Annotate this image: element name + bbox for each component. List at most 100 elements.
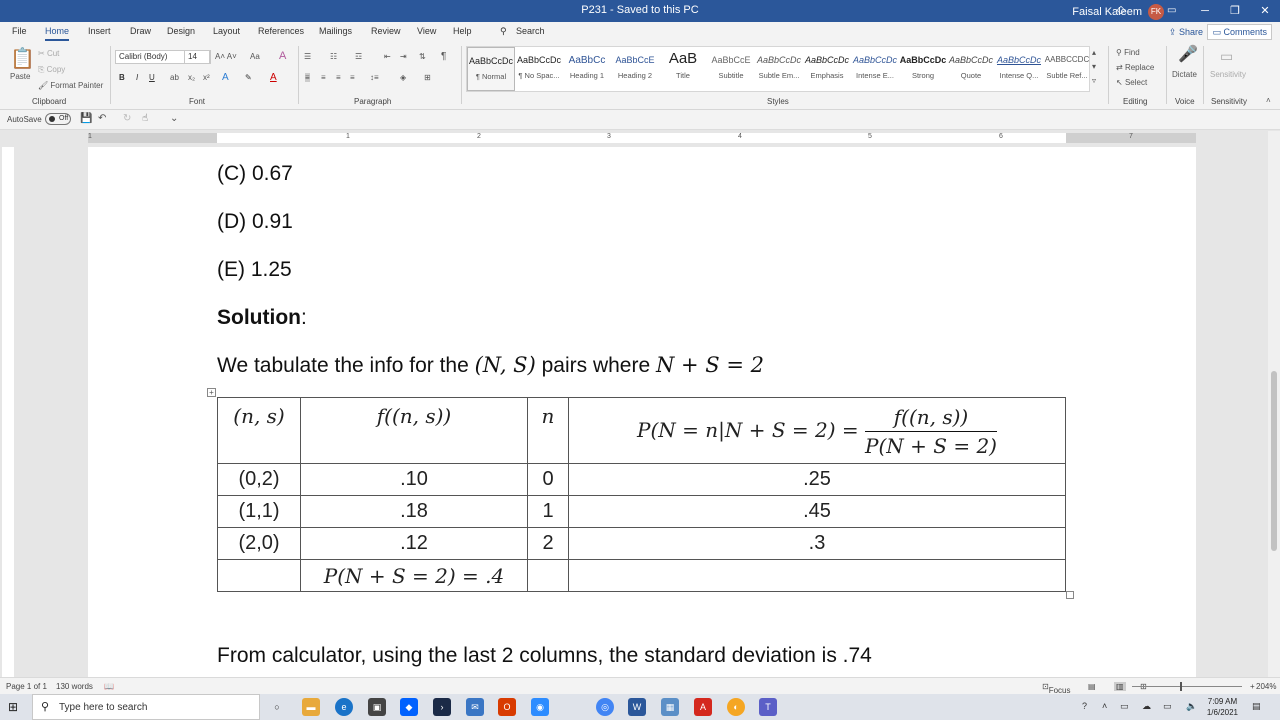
tray-app-icon[interactable]: ▭ — [1120, 701, 1129, 712]
search-icon[interactable]: ⚲ — [500, 26, 507, 37]
tab-references[interactable]: References — [258, 26, 304, 36]
autosave-toggle[interactable]: Off — [45, 113, 71, 125]
pilcrow-icon[interactable]: ¶ — [441, 51, 446, 62]
numbering-icon[interactable]: ☷ — [330, 52, 337, 61]
system-clock[interactable]: 7:09 AM 1/6/2021 — [1207, 696, 1238, 718]
close-icon[interactable]: ✕ — [1250, 0, 1280, 22]
select-button[interactable]: ↖ Select — [1116, 78, 1147, 87]
increase-indent-icon[interactable]: ⇥ — [400, 52, 407, 61]
save-icon[interactable]: 💾 — [80, 113, 92, 124]
paste-icon[interactable]: 📋 — [10, 46, 35, 71]
ribbon-search[interactable]: Search — [516, 26, 545, 36]
change-case-icon[interactable]: Aa — [250, 52, 260, 61]
style-emphasis[interactable]: AaBbCcDc Emphasis — [803, 47, 851, 91]
grow-font-icon[interactable]: A˄ A˅ — [215, 52, 237, 61]
restore-icon[interactable]: ❐ — [1220, 0, 1250, 22]
style-subtle-emphasis[interactable]: AaBbCcDc Subtle Em... — [755, 47, 803, 91]
bullets-icon[interactable]: ☰ — [304, 52, 311, 61]
shading-icon[interactable]: ◈ — [400, 73, 406, 82]
horizontal-ruler[interactable]: 1 1 2 3 4 5 6 7 — [88, 133, 1196, 143]
decrease-indent-icon[interactable]: ⇤ — [384, 52, 391, 61]
copy-button[interactable]: ⎘ Copy — [38, 65, 65, 75]
scrollbar-thumb[interactable] — [1271, 371, 1277, 551]
file-explorer-icon[interactable]: ▬ — [302, 698, 320, 716]
touch-mode-icon[interactable]: ☝ — [142, 113, 148, 124]
align-center-icon[interactable]: ≡ — [321, 73, 326, 82]
read-mode-icon[interactable]: ▤ — [1088, 682, 1096, 691]
style-strong[interactable]: AaBbCcDc Strong — [899, 47, 947, 91]
tab-draw[interactable]: Draw — [130, 26, 151, 36]
word-count[interactable]: 130 words — [56, 682, 93, 691]
microphone-icon[interactable]: 🎤 — [1178, 44, 1198, 64]
text-effects-icon[interactable]: A — [222, 72, 229, 83]
paste-button[interactable]: Paste — [10, 72, 30, 81]
show-hidden-icons-icon[interactable]: ˄ — [1102, 701, 1107, 711]
vertical-ruler[interactable] — [2, 147, 14, 677]
mail-icon[interactable]: ✉ — [466, 698, 484, 716]
terminal-icon[interactable]: › — [433, 698, 451, 716]
tab-home[interactable]: Home — [45, 26, 70, 41]
clear-formatting-icon[interactable]: A — [279, 50, 286, 62]
zoom-out-icon[interactable]: + — [1250, 682, 1255, 691]
styles-more-icon[interactable]: ▿ — [1092, 76, 1096, 85]
office-icon[interactable]: O — [498, 698, 516, 716]
styles-scroll-up-icon[interactable]: ▴ — [1092, 48, 1096, 57]
align-right-icon[interactable]: ≡ — [336, 73, 341, 82]
table-move-handle[interactable]: + — [207, 388, 216, 397]
tab-file[interactable]: File — [12, 26, 27, 36]
cut-button[interactable]: ✂ Cut — [38, 49, 59, 58]
undo-icon[interactable]: ↶ — [98, 113, 106, 124]
cortana-icon[interactable]: ○ — [268, 698, 286, 716]
highlight-icon[interactable]: ✎ — [245, 73, 252, 82]
bold-icon[interactable]: B — [119, 73, 125, 82]
font-size-select[interactable]: 14 — [184, 50, 210, 64]
tab-mailings[interactable]: Mailings — [319, 26, 352, 36]
word-icon[interactable]: W — [628, 698, 646, 716]
app-icon[interactable]: ◐ — [727, 698, 745, 716]
style-heading-2[interactable]: AaBbCcE Heading 2 — [611, 47, 659, 91]
vertical-scrollbar[interactable] — [1268, 131, 1280, 677]
style-heading-1[interactable]: AaBbCc Heading 1 — [563, 47, 611, 91]
zoom-app-icon[interactable]: ◉ — [531, 698, 549, 716]
style-subtle-reference[interactable]: AABBCCDC Subtle Ref... — [1043, 47, 1091, 91]
font-color-icon[interactable]: A — [270, 72, 277, 83]
volume-icon[interactable]: 🔈 — [1186, 701, 1197, 712]
sort-icon[interactable]: ⇅ — [419, 52, 426, 61]
find-button[interactable]: ⚲ Find — [1116, 48, 1140, 57]
customize-qat-icon[interactable]: ⌄ — [170, 113, 178, 124]
align-left-icon[interactable]: ≡ — [305, 73, 310, 82]
store-icon[interactable]: ▣ — [368, 698, 386, 716]
help-icon[interactable]: ? — [1082, 701, 1087, 711]
print-layout-icon[interactable]: ▥ — [1114, 682, 1126, 691]
style-intense-emphasis[interactable]: AaBbCcDc Intense E... — [851, 47, 899, 91]
minimize-icon[interactable]: ─ — [1190, 0, 1220, 22]
comments-button[interactable]: ▭ Comments — [1207, 24, 1272, 40]
underline-icon[interactable]: U — [149, 73, 155, 82]
style-subtitle[interactable]: AaBbCcE Subtitle — [707, 47, 755, 91]
format-painter-button[interactable]: 🖌 Format Painter — [38, 81, 103, 90]
share-button[interactable]: ⇪ Share — [1169, 24, 1203, 40]
dropbox-icon[interactable]: ◆ — [400, 698, 418, 716]
teams-icon[interactable]: T — [759, 698, 777, 716]
tab-insert[interactable]: Insert — [88, 26, 111, 36]
style-normal[interactable]: AaBbCcDc ¶ Normal — [467, 47, 515, 91]
zoom-slider[interactable] — [1132, 682, 1242, 691]
strikethrough-icon[interactable]: ab — [170, 73, 179, 82]
proofing-icon[interactable]: 📖 — [104, 682, 114, 691]
windows-start-icon[interactable]: ⊞ — [8, 700, 18, 714]
zoom-level[interactable]: 204% — [1256, 682, 1276, 691]
tab-layout[interactable]: Layout — [213, 26, 240, 36]
multilevel-list-icon[interactable]: ☲ — [355, 52, 362, 61]
ribbon-display-options-icon[interactable]: ▭ — [1167, 0, 1185, 22]
tab-review[interactable]: Review — [371, 26, 401, 36]
battery-icon[interactable]: ▭ — [1163, 701, 1172, 712]
borders-icon[interactable]: ⊞ — [424, 73, 431, 82]
photos-icon[interactable]: ▦ — [661, 698, 679, 716]
collapse-ribbon-icon[interactable]: ˄ — [1266, 96, 1271, 105]
acrobat-icon[interactable]: A — [694, 698, 712, 716]
tab-view[interactable]: View — [417, 26, 436, 36]
styles-scroll-down-icon[interactable]: ▾ — [1092, 62, 1096, 71]
notifications-icon[interactable]: ▤ — [1252, 701, 1261, 712]
page-count[interactable]: Page 1 of 1 — [6, 682, 47, 691]
document-page[interactable]: (C) 0.67 (D) 0.91 (E) 1.25 Solution: We … — [88, 147, 1196, 677]
